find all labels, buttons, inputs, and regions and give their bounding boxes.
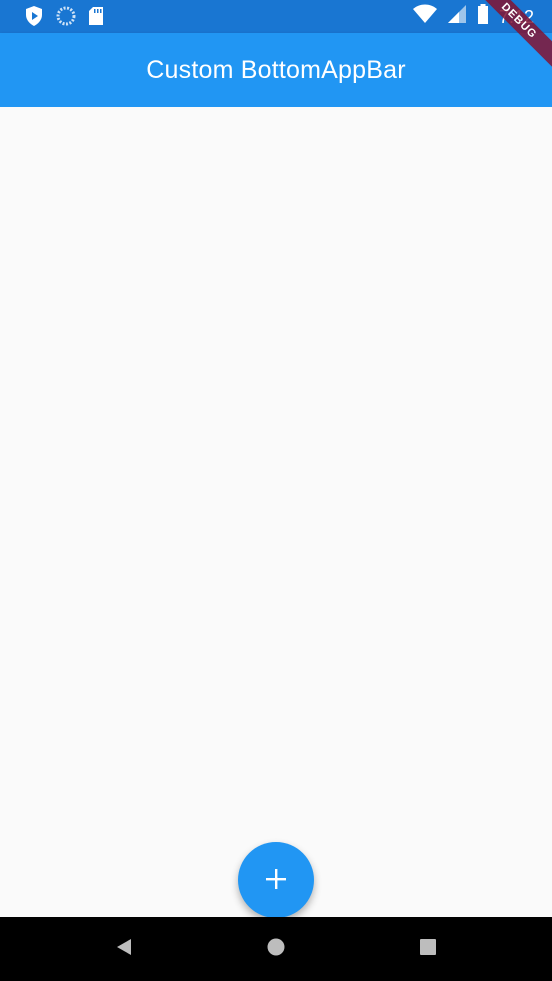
cell-signal-icon: [447, 4, 467, 29]
content-area: [0, 107, 552, 917]
wifi-icon: [412, 4, 437, 29]
status-icons-left: [24, 5, 104, 32]
nav-back-button[interactable]: [84, 917, 164, 981]
back-icon: [115, 938, 133, 961]
add-icon: [264, 867, 288, 894]
sd-card-icon: [88, 6, 104, 31]
app-bar-title: Custom BottomAppBar: [146, 55, 406, 84]
battery-icon: [477, 4, 489, 29]
home-icon: [267, 938, 285, 961]
play-protect-icon: [24, 5, 44, 32]
add-fab-button[interactable]: [238, 842, 314, 918]
sync-icon: [56, 6, 76, 31]
nav-home-button[interactable]: [236, 917, 316, 981]
status-bar: 7:12: [0, 0, 552, 33]
system-nav-bar: [0, 917, 552, 981]
recents-icon: [419, 938, 437, 961]
nav-recents-button[interactable]: [388, 917, 468, 981]
app-bar: Custom BottomAppBar: [0, 33, 552, 107]
